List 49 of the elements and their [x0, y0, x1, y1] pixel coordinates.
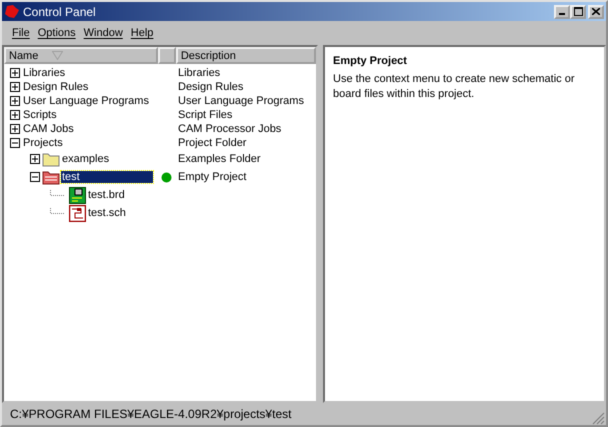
expand-icon[interactable]	[10, 124, 21, 134]
circuit-board-icon	[69, 186, 86, 204]
minimize-icon	[559, 13, 565, 15]
item-description: User Language Programs	[178, 95, 304, 107]
tree-item[interactable]: User Language Programs	[22, 95, 150, 107]
tree-item[interactable]: test	[61, 171, 153, 183]
expand-icon[interactable]	[10, 110, 21, 120]
window-title: Control Panel	[23, 4, 96, 18]
menu-item[interactable]: File	[12, 27, 30, 39]
item-description: Examples Folder	[178, 153, 261, 165]
expand-icon[interactable]	[10, 96, 21, 106]
folder-icon	[42, 151, 60, 167]
maximize-button[interactable]	[570, 4, 586, 18]
tree-item[interactable]: Design Rules	[22, 81, 90, 93]
menu-item[interactable]: Options	[38, 27, 76, 39]
sort-icon	[52, 51, 64, 60]
minimize-button[interactable]	[554, 4, 570, 18]
column-header[interactable]: Name	[4, 47, 158, 64]
item-description: Project Folder	[178, 137, 246, 149]
item-description: Empty Project	[178, 171, 246, 183]
detail-title: Empty Project	[333, 55, 408, 67]
tree-item[interactable]: test.sch	[87, 207, 127, 219]
close-icon	[592, 8, 600, 15]
tree-item[interactable]: CAM Jobs	[22, 123, 75, 135]
maximize-icon	[574, 7, 582, 16]
tree-item[interactable]: Projects	[22, 137, 64, 149]
item-description: Design Rules	[178, 81, 244, 93]
menu-item[interactable]: Help	[130, 27, 154, 39]
item-description: Script Files	[178, 109, 232, 121]
expand-icon[interactable]	[10, 82, 21, 92]
item-description: CAM Processor Jobs	[178, 123, 282, 135]
status-path: C:¥PROGRAM FILES¥EAGLE-4.09R2¥projects¥test	[10, 407, 292, 421]
resize-grip-icon[interactable]	[592, 412, 605, 425]
tree-item[interactable]: test.brd	[87, 189, 126, 201]
app-icon	[4, 4, 20, 18]
close-button[interactable]	[588, 4, 604, 18]
item-description: Libraries	[178, 67, 220, 79]
expand-icon[interactable]	[30, 154, 41, 164]
tree-item[interactable]: Scripts	[22, 109, 58, 121]
tree-item[interactable]: Libraries	[22, 67, 66, 79]
detail-text: Use the context menu to create new schematic or board files within this project.	[333, 72, 576, 102]
folder-icon	[42, 169, 60, 185]
menu-item[interactable]: Window	[84, 27, 123, 39]
column-header[interactable]: Description	[176, 47, 316, 64]
collapse-icon[interactable]	[30, 172, 41, 182]
expand-icon[interactable]	[10, 68, 21, 78]
collapse-icon[interactable]	[10, 138, 21, 148]
tree-item[interactable]: examples	[61, 153, 110, 165]
schematic-icon	[69, 204, 86, 222]
